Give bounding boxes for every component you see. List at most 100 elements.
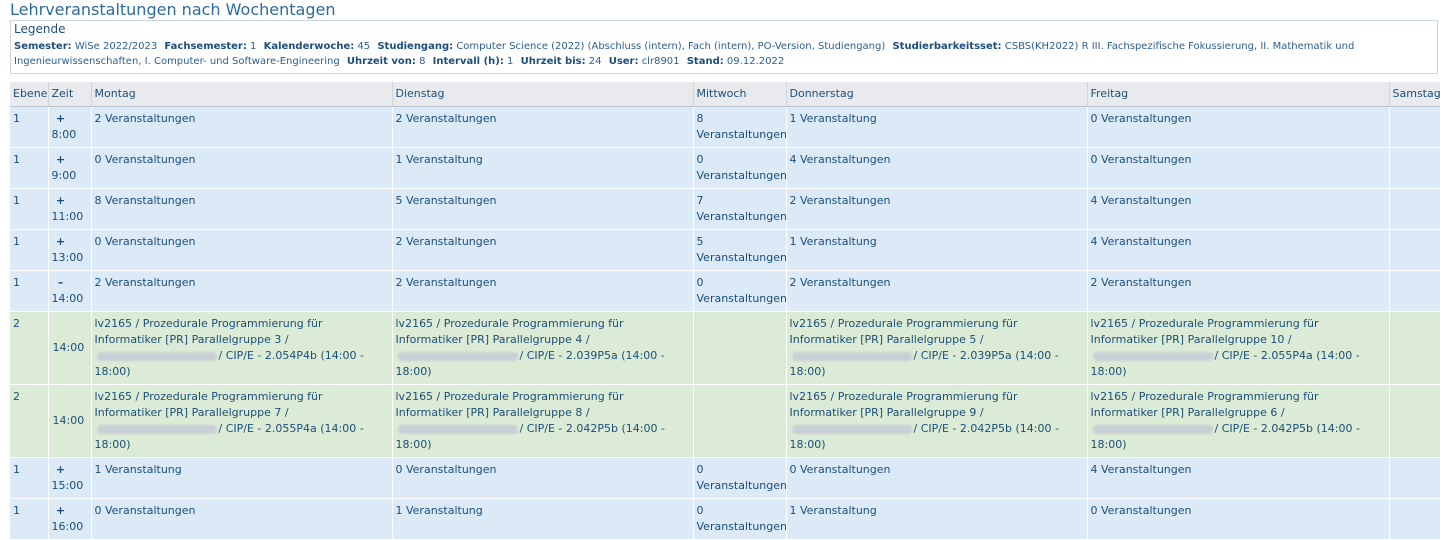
event-count-link[interactable]: 0 Veranstaltungen [790,463,891,476]
legend-value: 24 [588,56,602,67]
event-count-link[interactable]: 1 Veranstaltung [95,463,182,476]
time-label: 16:00 [51,520,84,533]
event-count-link[interactable]: 4 Veranstaltungen [1091,194,1192,207]
column-header[interactable]: Freitag [1086,82,1389,107]
event-count-link[interactable]: 0 Veranstaltungen [697,463,788,492]
event-count-link[interactable]: 8 Veranstaltungen [95,194,196,207]
time-cell: +9:00 [47,147,91,189]
expand-toggle[interactable]: + [52,152,70,168]
event-link[interactable]: lv2165 / Prozedurale Programmierung für … [790,390,1059,451]
event-link[interactable]: lv2165 / Prozedurale Programmierung für … [95,317,364,378]
event-count-link[interactable]: 1 Veranstaltung [396,153,483,166]
expand-toggle[interactable]: + [52,193,70,209]
day-cell: 2 Veranstaltungen [391,270,693,312]
event-link[interactable]: lv2165 / Prozedurale Programmierung für … [95,390,364,451]
day-cell [1388,384,1440,458]
event-count-link[interactable]: 4 Veranstaltungen [1091,463,1192,476]
event-title: lv2165 / Prozedurale Programmierung für … [94,390,323,419]
event-count-link[interactable]: 0 Veranstaltungen [697,504,788,533]
column-header[interactable]: Samstag [1388,82,1441,107]
event-count-link[interactable]: 7 Veranstaltungen [697,194,788,223]
event-count-link[interactable]: 0 Veranstaltungen [95,235,196,248]
legend-label: Uhrzeit bis: [520,56,586,67]
redacted-instructor [397,351,518,361]
time-cell: 14:00 [47,384,91,458]
event-count-link[interactable]: 0 Veranstaltungen [1091,504,1192,517]
event-count-link[interactable]: 2 Veranstaltungen [1091,276,1192,289]
expand-toggle[interactable]: + [52,111,70,127]
legend-value: 1 [507,56,514,67]
day-cell [1388,311,1440,385]
event-link[interactable]: lv2165 / Prozedurale Programmierung für … [790,317,1059,378]
event-count-link[interactable]: 4 Veranstaltungen [1091,235,1192,248]
table-row: 2 14:00 lv2165 / Prozedurale Programmierun… [10,311,1440,385]
day-cell: 4 Veranstaltungen [1086,457,1389,499]
day-cell: 0 Veranstaltungen [1086,498,1389,540]
event-link[interactable]: lv2165 / Prozedurale Programmierung für … [1091,317,1360,378]
event-count-link[interactable]: 5 Veranstaltungen [396,194,497,207]
day-cell: 2 Veranstaltungen [1086,270,1389,312]
legend-label: Uhrzeit von: [346,56,416,67]
legend-value: WiSe 2022/2023 [74,41,158,52]
day-cell: lv2165 / Prozedurale Programmierung für … [90,384,392,458]
day-cell: 7 Veranstaltungen [692,188,788,230]
event-count-link[interactable]: 8 Veranstaltungen [697,112,788,141]
event-link[interactable]: lv2165 / Prozedurale Programmierung für … [396,317,665,378]
legend-value: clr8901 [641,56,680,67]
event-count-link[interactable]: 2 Veranstaltungen [790,194,891,207]
column-header[interactable]: Dienstag [391,82,693,107]
event-link[interactable]: lv2165 / Prozedurale Programmierung für … [396,390,665,451]
day-cell: 1 Veranstaltung [785,106,1087,148]
event-count-link[interactable]: 1 Veranstaltung [790,112,877,125]
event-count-link[interactable]: 4 Veranstaltungen [790,153,891,166]
event-count-link[interactable]: 1 Veranstaltung [790,504,877,517]
event-count-link[interactable]: 0 Veranstaltungen [95,504,196,517]
expand-toggle[interactable]: + [52,234,70,250]
event-count-link[interactable]: 2 Veranstaltungen [396,276,497,289]
level-cell: 2 [10,384,48,458]
expand-toggle[interactable]: + [52,503,70,519]
event-count-link[interactable]: 2 Veranstaltungen [95,112,196,125]
event-count-link[interactable]: 0 Veranstaltungen [1091,153,1192,166]
collapse-toggle[interactable]: – [52,275,70,291]
event-count-link[interactable]: 1 Veranstaltung [396,504,483,517]
day-cell: 5 Veranstaltungen [391,188,693,230]
event-count-link[interactable]: 0 Veranstaltungen [697,276,788,305]
event-count-link[interactable]: 5 Veranstaltungen [697,235,788,264]
day-cell [1388,498,1440,540]
day-cell: 1 Veranstaltung [391,498,693,540]
event-count-link[interactable]: 0 Veranstaltungen [697,153,788,182]
table-row: 1 +16:00 0 Veranstaltungen 1 Veranstaltung 0… [10,498,1440,540]
event-count-link[interactable]: 2 Veranstaltungen [790,276,891,289]
day-cell: 0 Veranstaltungen [785,457,1087,499]
column-header[interactable]: Mittwoch [692,82,786,107]
table-row: 1–14:00 2 Veranstaltungen 2 Veranstaltunge… [10,270,1440,312]
table-body: 1 +8:00 2 Veranstaltungen 2 Veranstaltungen… [10,106,1440,540]
column-header[interactable]: Ebene [10,82,48,107]
legend-heading: Legende [14,22,66,36]
time-label: 9:00 [51,169,77,182]
expand-toggle[interactable]: + [52,462,70,478]
legend-value: Computer Science (2022) (Abschluss (inte… [456,41,886,52]
event-count-link[interactable]: 2 Veranstaltungen [396,235,497,248]
level-cell: 1 [10,457,48,499]
time-label: 13:00 [51,251,84,264]
day-cell: lv2165 / Prozedurale Programmierung für … [1086,311,1389,385]
event-count-link[interactable]: 2 Veranstaltungen [95,276,196,289]
day-cell [1388,188,1440,230]
table-row: 2 14:00 lv2165 / Prozedurale Programmierun… [10,384,1440,458]
legend-label: User: [608,56,639,67]
day-cell [1388,229,1440,271]
event-count-link[interactable]: 1 Veranstaltung [790,235,877,248]
column-header[interactable]: Zeit [47,82,91,107]
event-count-link[interactable]: 0 Veranstaltungen [396,463,497,476]
column-header[interactable]: Montag [90,82,392,107]
day-cell: 5 Veranstaltungen [692,229,788,271]
level-cell: 1 [10,270,48,312]
event-count-link[interactable]: 2 Veranstaltungen [396,112,497,125]
event-link[interactable]: lv2165 / Prozedurale Programmierung für … [1091,390,1360,451]
event-count-link[interactable]: 0 Veranstaltungen [1091,112,1192,125]
event-count-link[interactable]: 0 Veranstaltungen [95,153,196,166]
time-cell: –14:00 [47,270,91,312]
column-header[interactable]: Donnerstag [785,82,1087,107]
